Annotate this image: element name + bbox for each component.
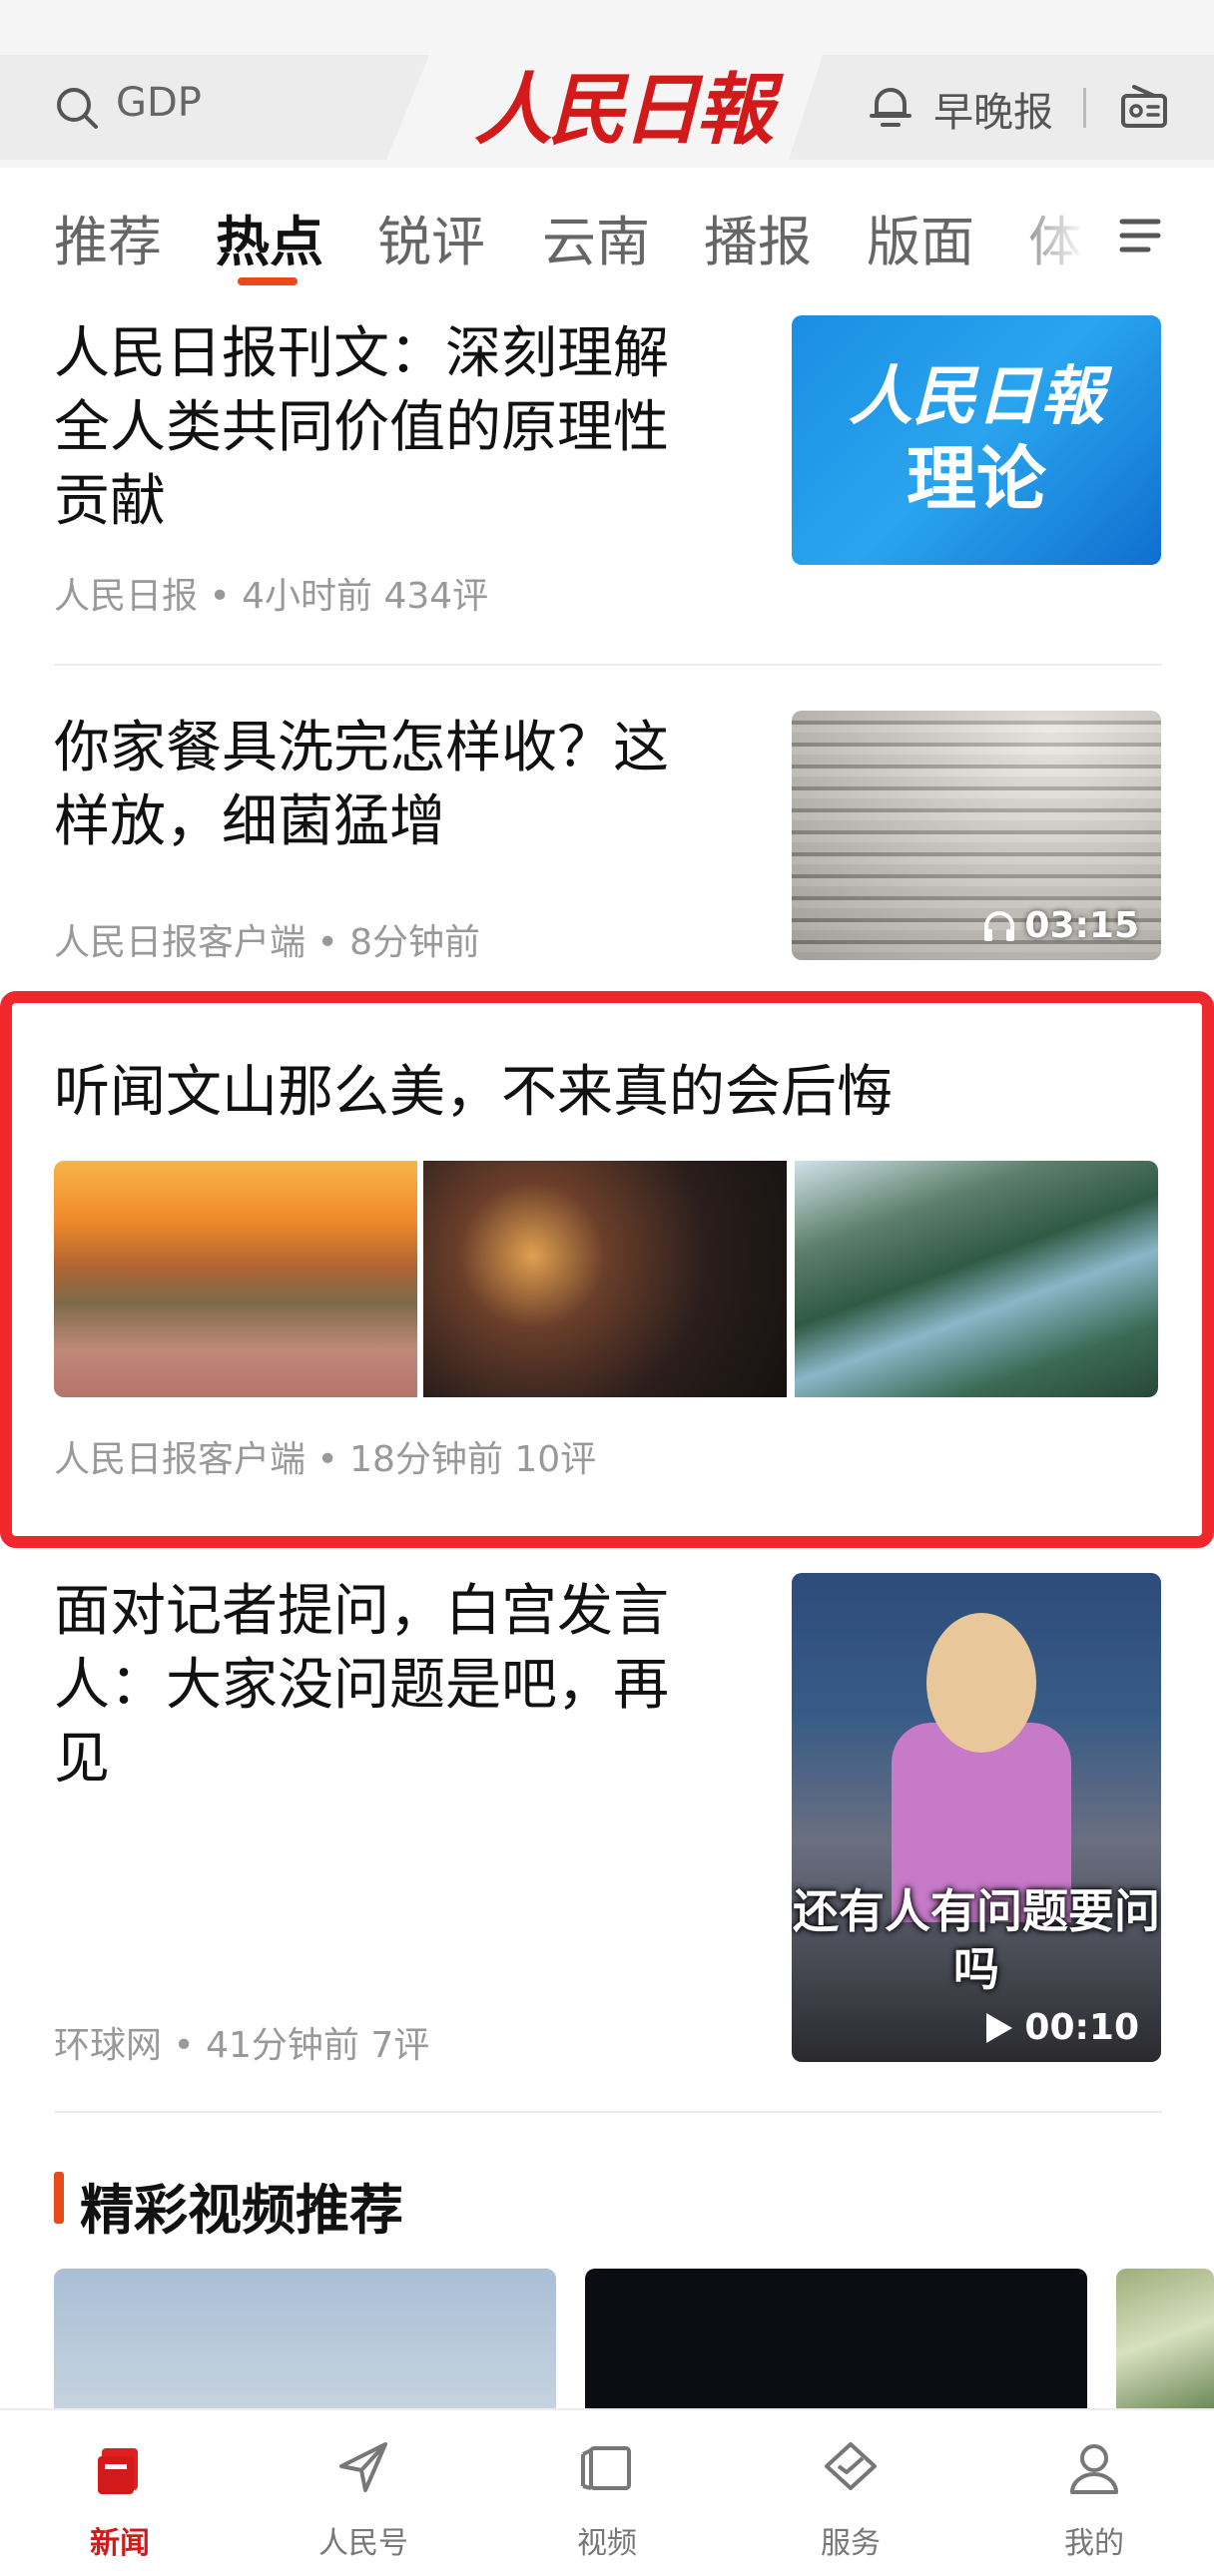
tab-commentary[interactable]: 锐评 <box>377 198 485 276</box>
audio-duration: 03:15 <box>982 905 1139 946</box>
article-meta: 人民日报 • 4小时前 434评 <box>54 576 489 617</box>
duration-text: 00:10 <box>1024 2007 1139 2048</box>
evening-news-label[interactable]: 早晚报 <box>933 80 1053 138</box>
video-icon <box>581 2446 631 2490</box>
video-card[interactable] <box>54 2269 556 2408</box>
nav-item-video[interactable]: 视频 <box>507 2410 707 2576</box>
nav-item-people[interactable]: 人民号 <box>264 2410 463 2576</box>
article-meta: 人民日报客户端 • 18分钟前 10评 <box>54 1439 597 1480</box>
bottom-nav: 新闻 人民号 视频 服务 我的 <box>0 2408 1214 2576</box>
tab-layout[interactable]: 版面 <box>867 198 974 276</box>
news-icon <box>98 2448 138 2494</box>
article-title[interactable]: 听闻文山那么美，不来真的会后悔 <box>54 1056 1052 1130</box>
article-thumbnail[interactable]: 03:15 <box>792 711 1161 960</box>
headphones-icon <box>984 910 1015 941</box>
video-duration: 00:10 <box>984 2007 1139 2048</box>
header-divider <box>1083 88 1086 128</box>
tab-yunnan[interactable]: 云南 <box>542 198 650 276</box>
section-title: 精彩视频推荐 <box>80 2179 403 2242</box>
nav-label: 人民号 <box>318 2526 408 2561</box>
article-video-thumbnail[interactable]: 还有人有问题要问吗 00:10 <box>792 1573 1161 2062</box>
profile-icon <box>1070 2444 1118 2494</box>
article-title[interactable]: 面对记者提问，白宫发言人：大家没问题是吧，再见 <box>54 1575 713 1797</box>
nav-item-service[interactable]: 服务 <box>751 2410 950 2576</box>
article-title[interactable]: 你家餐具洗完怎样收？这样放，细菌猛增 <box>54 712 713 859</box>
article-thumbnail[interactable]: 人民日報 理论 <box>792 315 1161 565</box>
nav-label: 新闻 <box>90 2526 150 2561</box>
brand-logo: 人民日報 <box>474 65 774 156</box>
section-accent-bar <box>54 2172 64 2224</box>
duration-text: 03:15 <box>1024 905 1139 946</box>
article-image-village-night[interactable] <box>423 1161 787 1397</box>
search-placeholder[interactable]: GDP <box>116 80 202 126</box>
video-card[interactable] <box>585 2269 1087 2408</box>
divider <box>54 664 1162 666</box>
top-header: GDP 人民日報 早晚报 <box>0 0 1214 168</box>
nav-item-news[interactable]: 新闻 <box>20 2410 220 2576</box>
tab-recommend[interactable]: 推荐 <box>54 198 162 276</box>
menu-icon[interactable] <box>1118 216 1162 256</box>
nav-label: 视频 <box>577 2526 637 2561</box>
bell-icon[interactable] <box>869 84 912 132</box>
radio-icon[interactable] <box>1120 84 1168 130</box>
article-meta: 人民日报客户端 • 8分钟前 <box>54 922 481 963</box>
video-card[interactable] <box>1116 2269 1214 2408</box>
service-icon <box>825 2442 877 2490</box>
nav-label: 服务 <box>821 2526 881 2561</box>
article-image-lake[interactable] <box>795 1161 1158 1397</box>
search-icon[interactable] <box>55 86 99 130</box>
article-title[interactable]: 人民日报刊文：深刻理解全人类共同价值的原理性贡献 <box>54 317 713 539</box>
divider <box>54 2111 1162 2113</box>
thumbnail-label: 理论 <box>907 438 1046 520</box>
tab-hot[interactable]: 热点 <box>216 198 323 276</box>
send-icon <box>339 2442 387 2492</box>
nav-item-mine[interactable]: 我的 <box>994 2410 1194 2576</box>
article-meta: 环球网 • 41分钟前 7评 <box>54 2025 430 2066</box>
tab-broadcast[interactable]: 播报 <box>704 198 812 276</box>
play-icon <box>986 2012 1013 2043</box>
tab-fade <box>998 168 1108 295</box>
active-tab-indicator <box>238 277 298 285</box>
article-image-sunset[interactable] <box>54 1161 417 1397</box>
video-caption: 还有人有问题要问吗 <box>793 1884 1160 1996</box>
speaker-head <box>926 1613 1036 1753</box>
category-tabs: 推荐 热点 锐评 云南 播报 版面 体 <box>0 168 1214 295</box>
nav-label: 我的 <box>1064 2526 1124 2561</box>
